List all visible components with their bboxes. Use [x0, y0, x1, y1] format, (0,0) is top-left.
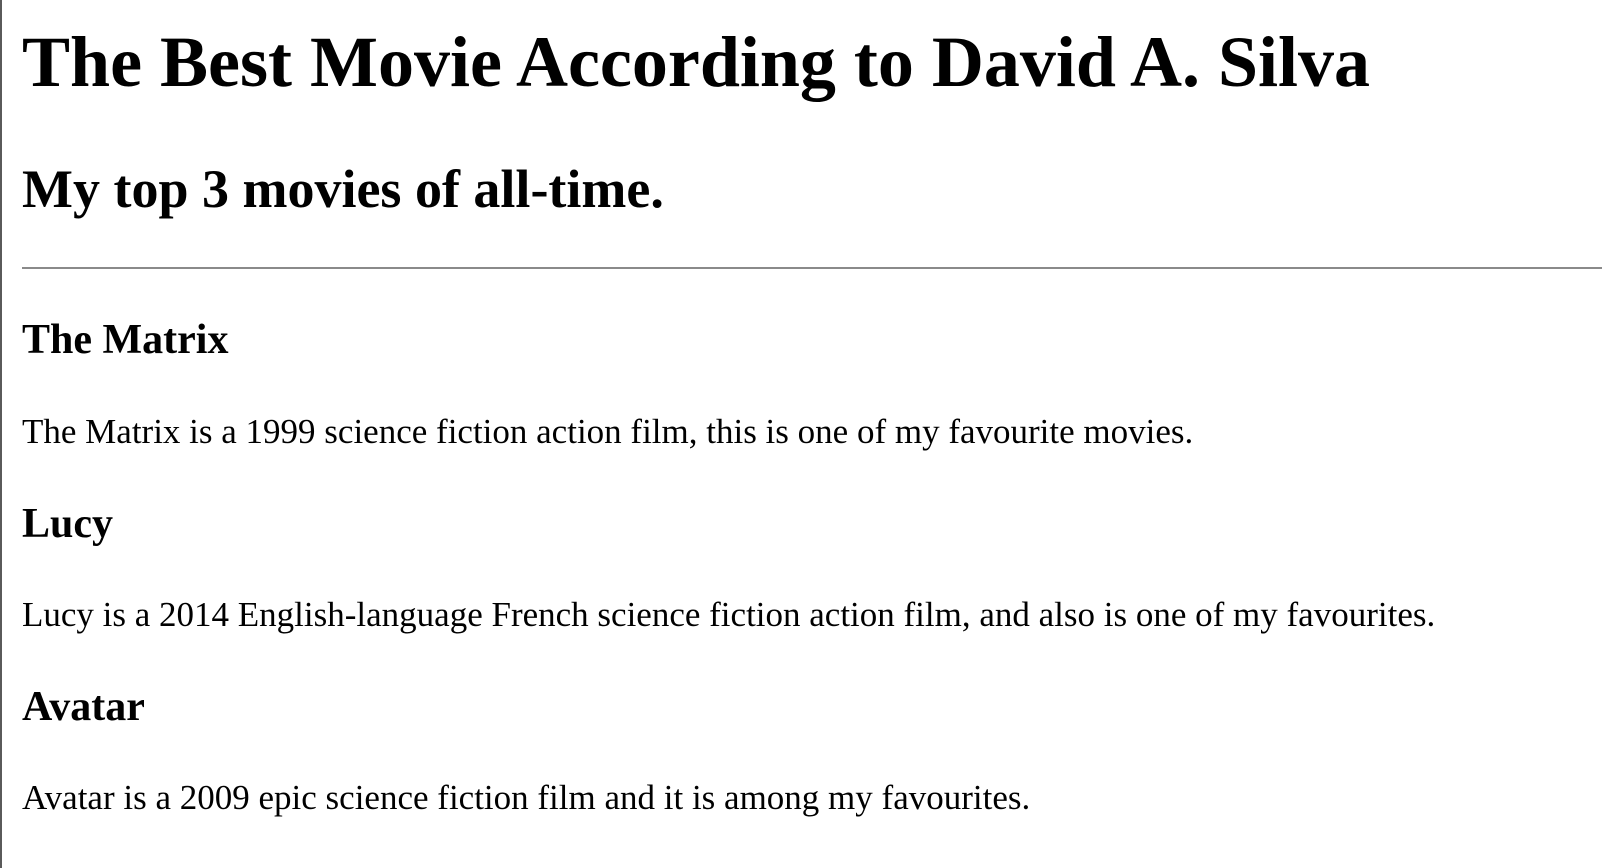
page: The Best Movie According to David A. Sil… — [0, 0, 1602, 868]
movie-description-avatar: Avatar is a 2009 epic science fiction fi… — [22, 778, 1031, 817]
page-subtitle: My top 3 movies of all-time. — [22, 159, 664, 219]
movie-description-lucy: Lucy is a 2014 English-language French s… — [22, 595, 1436, 634]
movie-title-lucy: Lucy — [22, 501, 114, 547]
movie-title-the-matrix: The Matrix — [22, 317, 229, 363]
movie-description-the-matrix: The Matrix is a 1999 science fiction act… — [22, 412, 1194, 451]
horizontal-divider — [22, 267, 1602, 269]
page-title: The Best Movie According to David A. Sil… — [22, 22, 1370, 102]
movie-title-avatar: Avatar — [22, 684, 145, 730]
